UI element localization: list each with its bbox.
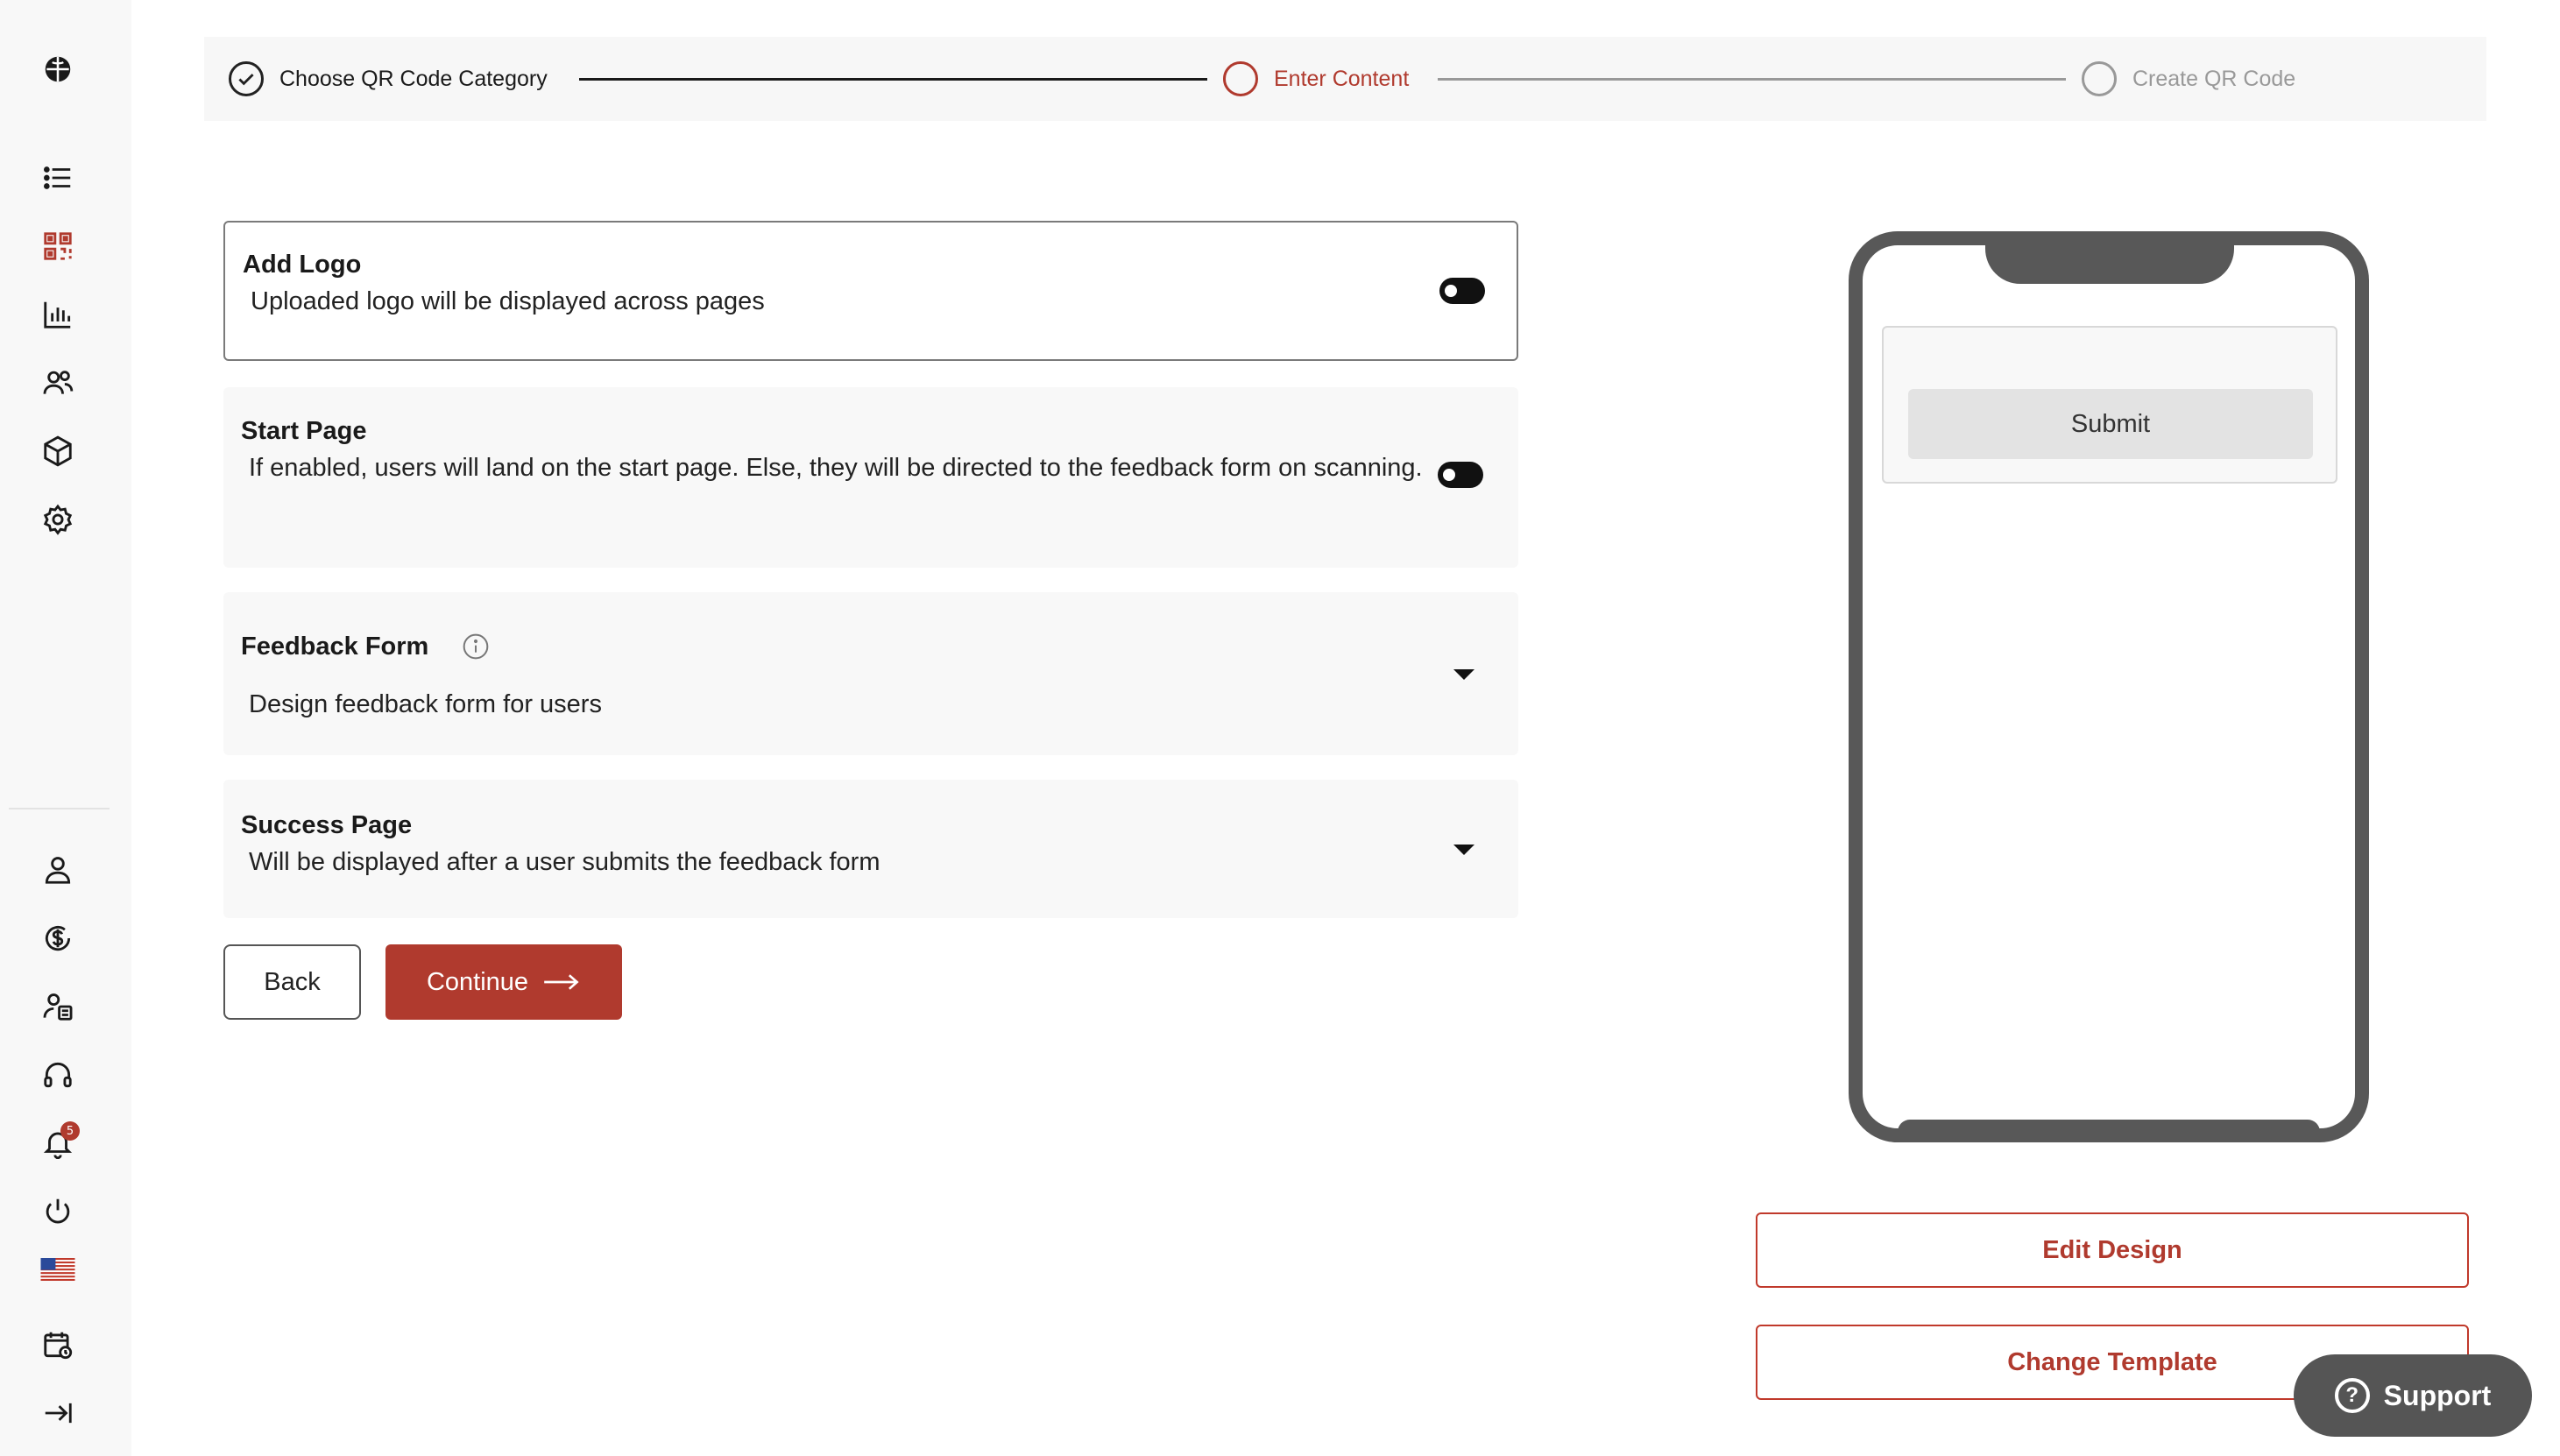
current-step-icon (1223, 61, 1258, 96)
preview-form: Submit (1882, 326, 2337, 484)
back-button[interactable]: Back (223, 944, 361, 1020)
collapse-icon[interactable] (39, 1395, 76, 1431)
globe-icon[interactable] (39, 51, 76, 88)
phone-notch (1985, 242, 2234, 284)
start-page-card: Start Page If enabled, users will land o… (223, 387, 1518, 568)
us-flag-icon[interactable] (39, 1251, 76, 1288)
step-label: Enter Content (1274, 66, 1410, 91)
arrow-right-icon (544, 974, 579, 990)
phone-preview: Submit (1849, 231, 2369, 1142)
card-description: If enabled, users will land on the start… (249, 454, 1423, 482)
phone-home-bar (1898, 1120, 2320, 1132)
progress-stepper: Choose QR Code Category Enter Content Cr… (204, 37, 2486, 121)
help-icon: ? (2334, 1378, 2370, 1413)
support-label: Support (2383, 1379, 2492, 1411)
card-title: Success Page (241, 811, 413, 839)
user-icon[interactable] (39, 852, 76, 888)
power-icon[interactable] (39, 1193, 76, 1230)
card-description: Uploaded logo will be displayed across p… (251, 287, 765, 315)
step-create-qr[interactable]: Create QR Code (2082, 61, 2295, 96)
check-icon (229, 61, 264, 96)
step-enter-content[interactable]: Enter Content (1223, 61, 1409, 96)
step-connector-pending (1438, 78, 2066, 81)
success-page-card[interactable]: Success Page Will be displayed after a u… (223, 780, 1518, 918)
add-logo-toggle[interactable] (1439, 278, 1485, 304)
pending-step-icon (2082, 61, 2117, 96)
sidebar-divider (9, 808, 110, 809)
notification-badge: 5 (60, 1121, 80, 1141)
sidebar: 5 (0, 0, 131, 1456)
continue-button[interactable]: Continue (385, 944, 622, 1020)
qr-code-icon[interactable] (39, 228, 76, 265)
bar-chart-icon[interactable] (39, 296, 76, 333)
info-icon[interactable] (462, 633, 490, 661)
step-connector-complete (579, 78, 1207, 81)
card-description: Will be displayed after a user submits t… (249, 848, 880, 876)
calendar-icon[interactable] (39, 1326, 76, 1363)
chevron-down-icon[interactable] (1453, 669, 1474, 680)
add-logo-card: Add Logo Uploaded logo will be displayed… (223, 221, 1518, 361)
headset-icon[interactable] (39, 1057, 76, 1093)
gear-icon[interactable] (39, 501, 76, 538)
step-choose-category[interactable]: Choose QR Code Category (229, 61, 548, 96)
list-icon[interactable] (39, 159, 76, 196)
start-page-toggle[interactable] (1438, 462, 1483, 488)
card-description: Design feedback form for users (249, 690, 602, 718)
cube-icon[interactable] (39, 433, 76, 470)
continue-label: Continue (426, 967, 529, 996)
bell-icon[interactable]: 5 (39, 1121, 80, 1162)
step-label: Create QR Code (2132, 66, 2296, 91)
preview-submit-button: Submit (1908, 389, 2313, 459)
card-title: Start Page (241, 417, 367, 445)
edit-design-button[interactable]: Edit Design (1756, 1212, 2469, 1288)
step-label: Choose QR Code Category (279, 66, 548, 91)
card-title: Feedback Form (241, 633, 429, 661)
card-title: Add Logo (243, 251, 362, 279)
chevron-down-icon[interactable] (1453, 845, 1474, 855)
feedback-form-card[interactable]: Feedback Form Design feedback form for u… (223, 592, 1518, 755)
support-button[interactable]: ? Support (2294, 1354, 2532, 1437)
users-icon[interactable] (39, 364, 76, 401)
dollar-icon[interactable] (39, 920, 76, 957)
user-card-icon[interactable] (39, 988, 76, 1025)
